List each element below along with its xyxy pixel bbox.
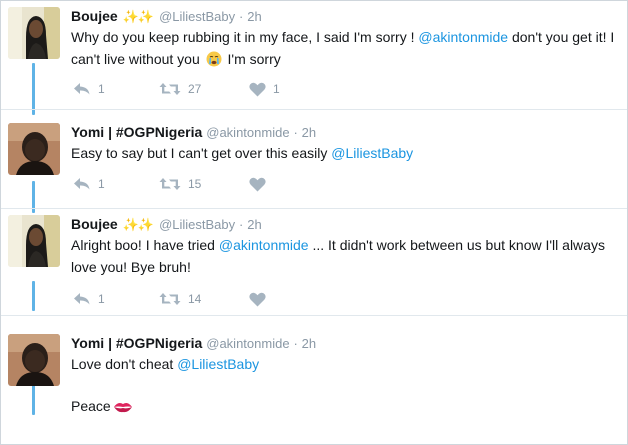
retweet-icon — [159, 83, 181, 95]
timestamp[interactable]: 2h — [302, 336, 316, 351]
reply-icon — [74, 293, 90, 305]
tweet-header: Yomi | #OGPNigeria @akintonmide · 2h — [71, 334, 316, 353]
avatar[interactable] — [8, 123, 60, 175]
tweet-text-segment: Easy to say but I can't get over this ea… — [71, 145, 332, 161]
tweet-text: Why do you keep rubbing it in my face, I… — [71, 26, 619, 73]
heart-icon — [249, 292, 266, 306]
timestamp[interactable]: 2h — [302, 125, 316, 140]
mention-link[interactable]: @akintonmide — [418, 29, 508, 45]
avatar-photo-icon — [8, 123, 60, 175]
display-name[interactable]: Boujee — [71, 8, 118, 24]
tweet-text: Love don't cheat @LiliestBaby — [71, 353, 619, 375]
like-button[interactable] — [249, 289, 273, 309]
tweet[interactable]: Yomi | #OGPNigeria @akintonmide · 2h Easy… — [1, 110, 627, 208]
display-name[interactable]: Yomi | #OGPNigeria — [71, 124, 202, 140]
tweet-thread: Boujee ✨✨ @LiliestBaby · 2h Why do you kee… — [0, 0, 628, 445]
separator-dot: · — [293, 125, 298, 140]
tweet-header: Boujee ✨✨ @LiliestBaby · 2h — [71, 7, 262, 26]
reply-icon — [74, 178, 90, 190]
timestamp[interactable]: 2h — [247, 9, 261, 24]
tweet[interactable]: Yomi | #OGPNigeria @akintonmide · 2h Love… — [1, 316, 627, 444]
kiss-mark-emoji — [113, 398, 133, 420]
tweet-header: Boujee ✨✨ @LiliestBaby · 2h — [71, 215, 262, 234]
user-handle[interactable]: @LiliestBaby — [159, 217, 235, 232]
reply-count: 1 — [98, 82, 105, 96]
retweet-count: 27 — [188, 82, 202, 96]
reply-button[interactable]: 1 — [73, 79, 105, 99]
retweet-icon — [159, 178, 181, 190]
reply-icon — [74, 83, 90, 95]
retweet-button[interactable]: 27 — [159, 79, 201, 99]
tweet-text-segment: Alright boo! I have tried — [71, 237, 219, 253]
avatar-photo-icon — [8, 334, 60, 386]
avatar-photo-icon — [8, 7, 60, 59]
avatar[interactable] — [8, 334, 60, 386]
like-button[interactable]: 1 — [249, 79, 280, 99]
mention-link[interactable]: @LiliestBaby — [177, 356, 259, 372]
sparkles-emoji: ✨✨ — [122, 217, 154, 232]
tweet[interactable]: Boujee ✨✨ @LiliestBaby · 2h Alright boo! I… — [1, 209, 627, 315]
tweet-actions: 1 15 — [71, 174, 371, 194]
tweet-actions: 1 27 1 — [71, 79, 371, 99]
tweet-text-segment: I'm sorry — [223, 51, 281, 67]
retweet-count: 15 — [188, 177, 202, 191]
mention-link[interactable]: @akintonmide — [219, 237, 309, 253]
reply-count: 1 — [98, 177, 105, 191]
separator-dot: · — [239, 217, 244, 232]
tweet-text-segment: Why do you keep rubbing it in my face, I… — [71, 29, 419, 45]
retweet-icon — [159, 293, 181, 305]
user-handle[interactable]: @akintonmide — [206, 336, 289, 351]
separator-dot: · — [293, 336, 298, 351]
like-count: 1 — [273, 82, 280, 96]
crying-face-emoji — [206, 51, 222, 73]
heart-icon — [249, 82, 266, 96]
tweet[interactable]: Boujee ✨✨ @LiliestBaby · 2h Why do you kee… — [1, 1, 627, 108]
tweet-actions: 1 14 — [71, 289, 371, 309]
user-handle[interactable]: @akintonmide — [206, 125, 289, 140]
user-handle[interactable]: @LiliestBaby — [159, 9, 235, 24]
avatar-photo-icon — [8, 215, 60, 267]
retweet-count: 14 — [188, 292, 202, 306]
display-name[interactable]: Boujee — [71, 216, 118, 232]
reply-button[interactable]: 1 — [73, 289, 105, 309]
display-name[interactable]: Yomi | #OGPNigeria — [71, 335, 202, 351]
tweet-text-line: Peace — [71, 395, 619, 420]
retweet-button[interactable]: 14 — [159, 289, 201, 309]
tweet-text: Alright boo! I have tried @akintonmide .… — [71, 234, 619, 278]
mention-link[interactable]: @LiliestBaby — [331, 145, 413, 161]
heart-icon — [249, 177, 266, 191]
like-button[interactable] — [249, 174, 273, 194]
sparkles-emoji: ✨✨ — [122, 9, 154, 24]
tweet-text-segment: Peace — [71, 398, 111, 414]
reply-count: 1 — [98, 292, 105, 306]
timestamp[interactable]: 2h — [247, 217, 261, 232]
separator-dot: · — [239, 9, 244, 24]
tweet-text-segment: Love don't cheat — [71, 356, 178, 372]
avatar[interactable] — [8, 7, 60, 59]
tweet-text: Easy to say but I can't get over this ea… — [71, 142, 619, 164]
retweet-button[interactable]: 15 — [159, 174, 201, 194]
tweet-header: Yomi | #OGPNigeria @akintonmide · 2h — [71, 123, 316, 142]
avatar[interactable] — [8, 215, 60, 267]
reply-button[interactable]: 1 — [73, 174, 105, 194]
